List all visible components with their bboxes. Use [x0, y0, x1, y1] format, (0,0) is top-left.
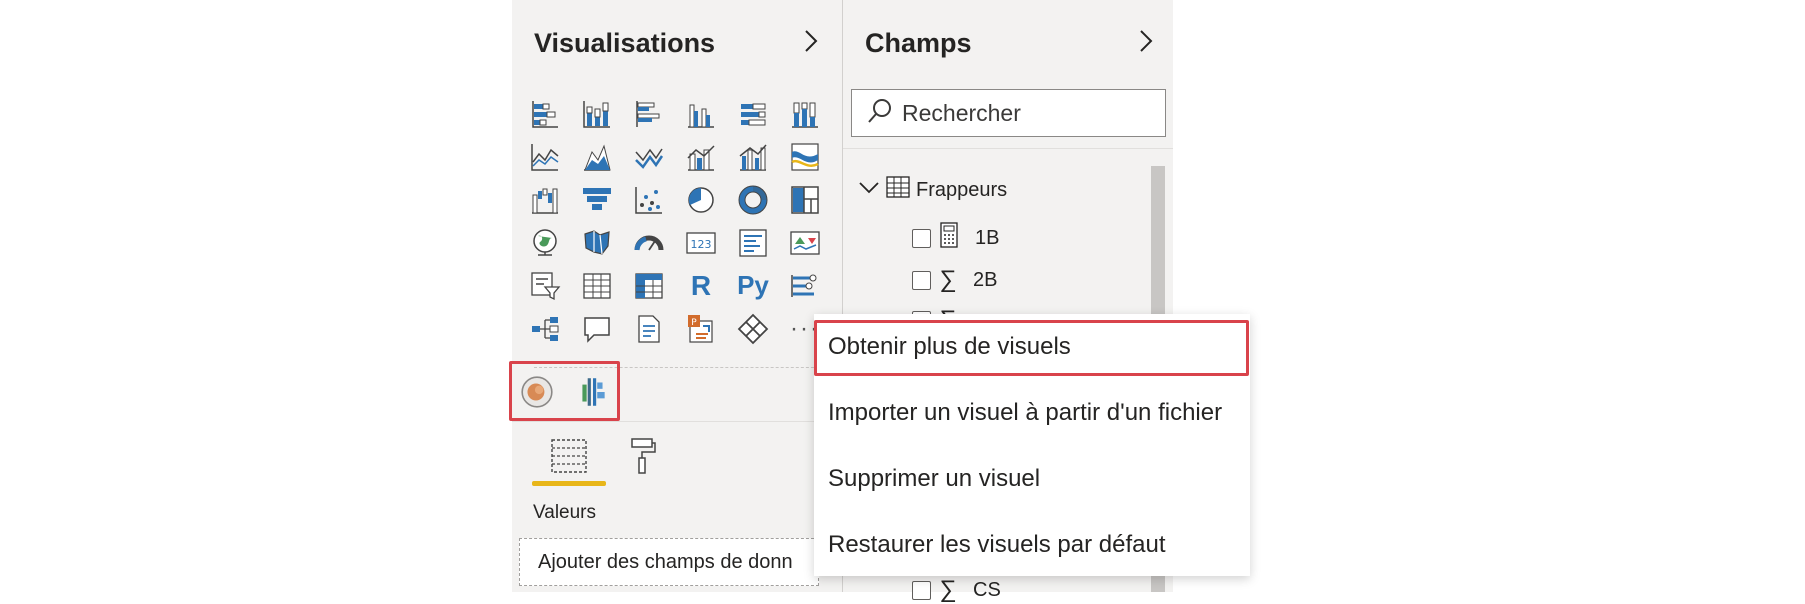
- svg-text:123: 123: [691, 238, 712, 251]
- menu-item-remove-visual[interactable]: Supprimer un visuel: [828, 465, 1040, 493]
- field-row[interactable]: ∑ 2B: [912, 266, 997, 294]
- r-script-visual-icon[interactable]: R: [675, 264, 727, 307]
- ribbon-chart-icon[interactable]: [779, 135, 831, 178]
- values-well-label: Valeurs: [533, 502, 597, 523]
- field-row[interactable]: 1B: [912, 222, 999, 254]
- stacked-area-chart-icon[interactable]: [623, 135, 675, 178]
- qa-icon[interactable]: [571, 307, 623, 350]
- custom-visuals-row: [516, 372, 614, 412]
- field-checkbox[interactable]: [912, 580, 931, 600]
- fields-divider: [843, 148, 1173, 149]
- card-icon[interactable]: 123: [675, 221, 727, 264]
- visualizations-gallery: 123 R Py P ···: [519, 92, 831, 350]
- map-icon[interactable]: [519, 221, 571, 264]
- waterfall-chart-icon[interactable]: [519, 178, 571, 221]
- key-influencers-icon[interactable]: [779, 264, 831, 307]
- visualizations-title: Visualisations: [534, 28, 716, 58]
- format-paint-roller-icon[interactable]: [620, 435, 664, 477]
- field-name: 1B: [975, 226, 1000, 249]
- svg-text:P: P: [691, 318, 697, 328]
- custom-visual-circle-icon[interactable]: [516, 372, 558, 412]
- line-and-stacked-column-chart-icon[interactable]: [675, 135, 727, 178]
- search-icon: [866, 97, 894, 130]
- funnel-chart-icon[interactable]: [571, 178, 623, 221]
- tabs-divider: [512, 421, 842, 422]
- table-icon: [886, 176, 910, 204]
- smart-narrative-icon[interactable]: [623, 307, 675, 350]
- multi-row-card-icon[interactable]: [727, 221, 779, 264]
- chevron-down-icon: [858, 179, 880, 202]
- fields-title: Champs: [865, 28, 972, 58]
- search-placeholder: Rechercher: [902, 99, 1021, 126]
- field-name: CS: [973, 578, 1001, 601]
- get-more-visuals-highlight: [814, 320, 1249, 376]
- filled-map-icon[interactable]: [571, 221, 623, 264]
- clustered-column-chart-icon[interactable]: [675, 92, 727, 135]
- matrix-icon[interactable]: [623, 264, 675, 307]
- field-name: 2B: [973, 268, 998, 291]
- scatter-chart-icon[interactable]: [623, 178, 675, 221]
- power-apps-icon[interactable]: [727, 307, 779, 350]
- 100-stacked-bar-chart-icon[interactable]: [727, 92, 779, 135]
- add-data-fields-dropzone[interactable]: Ajouter des champs de donn: [519, 538, 819, 586]
- 100-stacked-column-chart-icon[interactable]: [779, 92, 831, 135]
- area-chart-icon[interactable]: [571, 135, 623, 178]
- custom-visual-bars-icon[interactable]: [572, 372, 614, 412]
- decomposition-tree-icon[interactable]: [519, 307, 571, 350]
- stacked-column-chart-icon[interactable]: [571, 92, 623, 135]
- paginated-report-icon[interactable]: P: [675, 307, 727, 350]
- menu-item-import-visual-from-file[interactable]: Importer un visuel à partir d'un fichier: [828, 399, 1222, 427]
- table-name: Frappeurs: [916, 178, 1008, 201]
- treemap-icon[interactable]: [779, 178, 831, 221]
- gauge-icon[interactable]: [623, 221, 675, 264]
- pie-chart-icon[interactable]: [675, 178, 727, 221]
- sigma-icon: ∑: [939, 576, 957, 603]
- fields-search-input[interactable]: Rechercher: [851, 89, 1166, 137]
- donut-chart-icon[interactable]: [727, 178, 779, 221]
- table-icon[interactable]: [571, 264, 623, 307]
- menu-item-restore-default-visuals[interactable]: Restaurer les visuels par défaut: [828, 531, 1166, 559]
- stacked-bar-chart-icon[interactable]: [519, 92, 571, 135]
- sigma-icon: ∑: [939, 266, 957, 293]
- fields-expand-chevron-icon[interactable]: [1133, 26, 1159, 56]
- calculator-icon: [939, 222, 959, 254]
- slicer-icon[interactable]: [519, 264, 571, 307]
- python-visual-icon[interactable]: Py: [727, 264, 779, 307]
- fields-tab-icon[interactable]: [547, 435, 591, 477]
- clustered-bar-chart-icon[interactable]: [623, 92, 675, 135]
- line-chart-icon[interactable]: [519, 135, 571, 178]
- field-checkbox[interactable]: [912, 228, 931, 248]
- line-and-clustered-column-chart-icon[interactable]: [727, 135, 779, 178]
- kpi-icon[interactable]: [779, 221, 831, 264]
- table-node-frappeurs[interactable]: Frappeurs: [858, 176, 1007, 204]
- field-row[interactable]: ∑ CS: [912, 576, 1001, 604]
- field-checkbox[interactable]: [912, 270, 931, 290]
- visualizations-expand-chevron-icon[interactable]: [798, 26, 824, 56]
- active-tab-indicator: [532, 481, 606, 486]
